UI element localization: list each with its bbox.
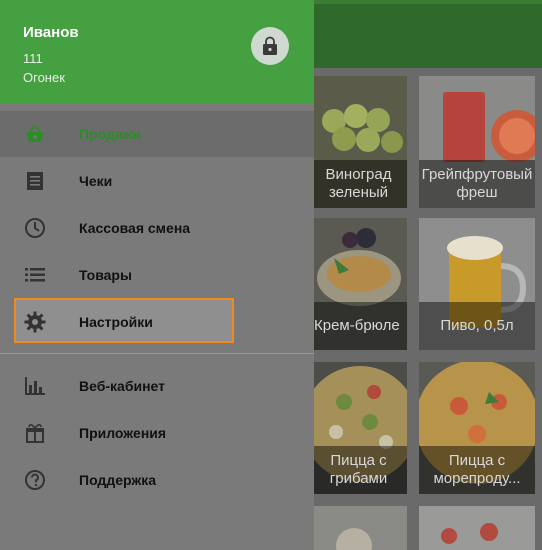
product-tile-creme-brulee[interactable]: Крем-брюле: [314, 218, 407, 350]
list-icon: [24, 264, 46, 286]
product-image: [419, 506, 535, 550]
menu-item-label: Поддержка: [79, 472, 157, 488]
user-name: Иванов: [23, 24, 79, 41]
product-label: Грейпфрутовый фреш: [419, 160, 535, 208]
menu-item-apps[interactable]: Приложения: [0, 410, 314, 456]
lock-icon: [263, 36, 277, 55]
user-number: 111: [23, 51, 43, 66]
receipt-icon: [24, 170, 46, 192]
menu-item-label: Продажи: [79, 126, 142, 142]
product-tile-beer[interactable]: Пиво, 0,5л: [419, 218, 535, 350]
product-label: Пицца с морепроду...: [419, 446, 535, 494]
menu-item-label: Приложения: [79, 425, 167, 441]
menu-item-label: Чеки: [79, 173, 113, 189]
bar-chart-icon: [24, 375, 46, 397]
product-tile-pizza-seafood[interactable]: Пицца с морепроду...: [419, 362, 535, 494]
gift-icon: [24, 422, 46, 444]
lock-button[interactable]: [251, 27, 289, 65]
drawer-header: Иванов 111 Огонек: [0, 0, 314, 103]
menu-item-products[interactable]: Товары: [0, 252, 314, 298]
product-tile-pizza-mushroom[interactable]: Пицца с грибами: [314, 362, 407, 494]
shop-name: Огонек: [23, 70, 65, 85]
product-tile-partial[interactable]: [419, 506, 535, 550]
menu-item-sales[interactable]: Продажи: [0, 111, 314, 157]
gear-icon: [24, 311, 46, 333]
menu-item-support[interactable]: Поддержка: [0, 457, 314, 503]
menu-item-label: Товары: [79, 267, 132, 283]
product-grid: Виноград зеленый Грейпфрутовый фреш Крем…: [314, 68, 542, 550]
product-label: Пиво, 0,5л: [419, 302, 535, 350]
product-image: [314, 506, 407, 550]
product-label: Пицца с грибами: [314, 446, 407, 494]
menu-item-settings[interactable]: Настройки: [0, 299, 314, 345]
basket-icon: [24, 123, 46, 145]
navigation-drawer: Иванов 111 Огонек Продажи Чеки Кассовая …: [0, 0, 314, 550]
product-label: Крем-брюле: [314, 302, 407, 350]
menu-item-label: Веб-кабинет: [79, 378, 165, 394]
product-tile-partial[interactable]: [314, 506, 407, 550]
clock-icon: [24, 217, 46, 239]
product-tile-grapefruit[interactable]: Грейпфрутовый фреш: [419, 76, 535, 208]
product-tile-grapes[interactable]: Виноград зеленый: [314, 76, 407, 208]
menu-item-label: Кассовая смена: [79, 220, 191, 236]
help-icon: [24, 469, 46, 491]
menu-item-web-cabinet[interactable]: Веб-кабинет: [0, 363, 314, 409]
menu-item-receipts[interactable]: Чеки: [0, 158, 314, 204]
menu-item-cash-shift[interactable]: Кассовая смена: [0, 205, 314, 251]
menu-item-label: Настройки: [79, 314, 153, 330]
menu-divider: [0, 353, 314, 354]
product-label: Виноград зеленый: [314, 160, 407, 208]
